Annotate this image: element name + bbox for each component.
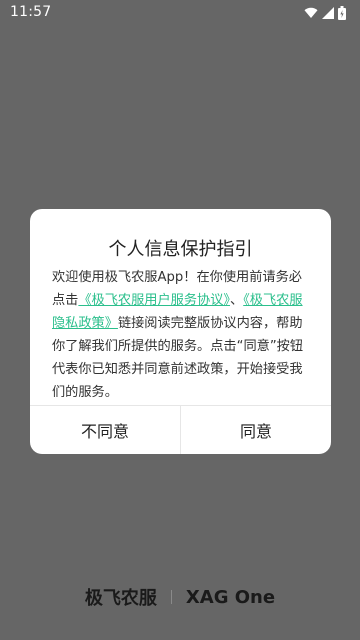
wifi-icon [304, 7, 318, 19]
brand-name-cn: 极飞农服 [84, 588, 157, 609]
footer-brand: 极飞农服 XAG One [0, 585, 360, 610]
user-agreement-link[interactable]: 《极飞农服用户服务协议》 [78, 293, 230, 308]
dialog-body: 欢迎使用极飞农服App！在你使用前请务必点击《极飞农服用户服务协议》、《极飞农服… [52, 266, 312, 404]
agree-button[interactable]: 同意 [181, 406, 331, 454]
status-bar: 11:57 [0, 0, 360, 26]
disagree-button[interactable]: 不同意 [30, 406, 180, 454]
dialog-title: 个人信息保护指引 [108, 239, 253, 260]
status-time: 11:57 [10, 4, 52, 20]
dialog-body-separator: 、 [230, 293, 244, 308]
brand-name-en: XAG One [185, 586, 276, 608]
battery-icon [338, 6, 346, 20]
privacy-dialog: 个人信息保护指引 欢迎使用极飞农服App！在你使用前请务必点击《极飞农服用户服务… [30, 209, 331, 454]
brand-separator [170, 590, 172, 604]
cellular-signal-icon [322, 7, 334, 19]
status-icons [304, 5, 346, 21]
